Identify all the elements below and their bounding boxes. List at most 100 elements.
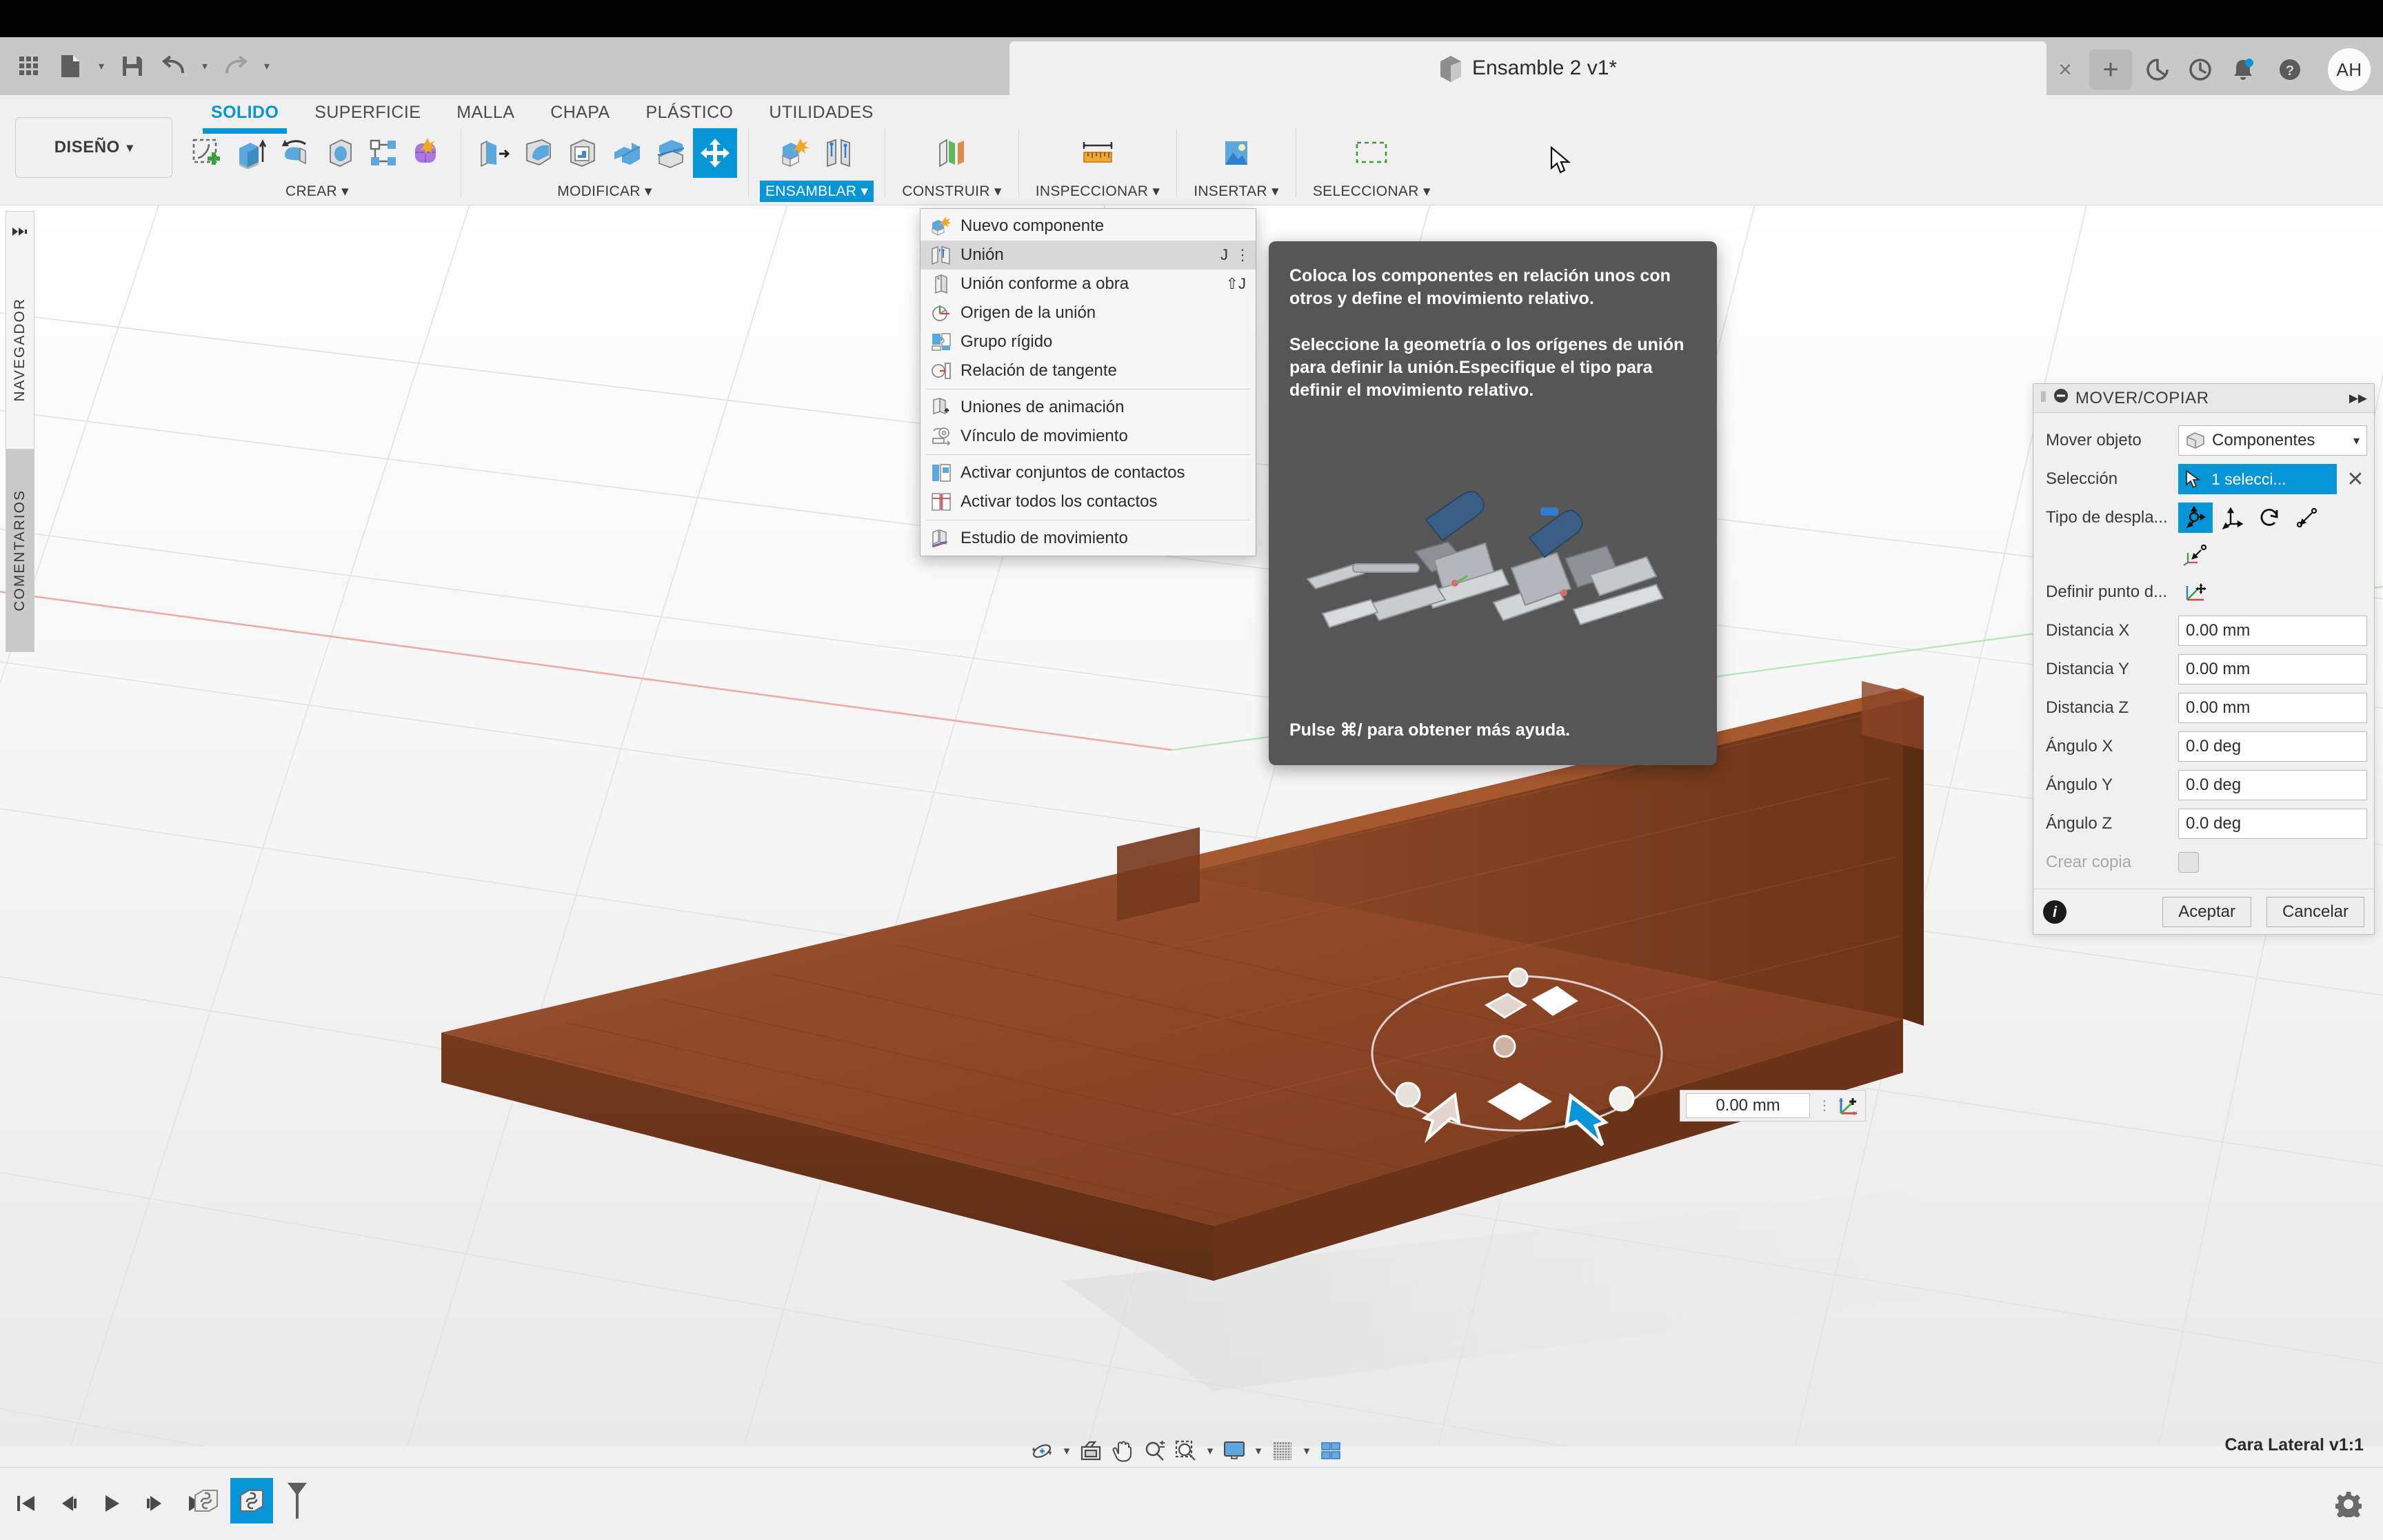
tab-chapa[interactable]: CHAPA: [532, 95, 627, 130]
group-inspeccionar-label[interactable]: INSPECCIONAR ▾: [1030, 181, 1165, 202]
assemble-dropdown-menu[interactable]: Nuevo componente Unión J ⋮ Unión conform…: [920, 208, 1256, 556]
group-crear-label[interactable]: CREAR ▾: [280, 181, 354, 202]
display-settings-caret-icon[interactable]: ▾: [1251, 1436, 1266, 1466]
help-icon[interactable]: ?: [2270, 50, 2310, 90]
combine-icon[interactable]: [605, 128, 649, 178]
pattern-icon[interactable]: [361, 128, 405, 178]
revolve-icon[interactable]: [273, 128, 317, 178]
point-to-point-icon[interactable]: [2290, 503, 2324, 533]
joint-icon[interactable]: [817, 128, 861, 178]
group-insertar-label[interactable]: INSERTAR ▾: [1188, 181, 1285, 202]
cancelar-button[interactable]: Cancelar: [2266, 896, 2364, 927]
zoom-window-icon[interactable]: [1171, 1436, 1201, 1466]
step-back-icon[interactable]: [52, 1483, 86, 1523]
grid-snaps-caret-icon[interactable]: ▾: [1299, 1436, 1314, 1466]
group-construir-label[interactable]: CONSTRUIR ▾: [896, 181, 1007, 202]
menu-item-origen-de-la-union[interactable]: Origen de la unión: [921, 298, 1256, 327]
menu-item-estudio-de-movimiento[interactable]: Estudio de movimiento: [921, 524, 1256, 553]
dimension-overflow-icon[interactable]: ⋮: [1816, 1099, 1833, 1113]
tab-solido[interactable]: SOLIDO: [193, 95, 296, 134]
zoom-icon[interactable]: [1139, 1436, 1169, 1466]
orbit-icon[interactable]: [1027, 1436, 1058, 1466]
timeline-feature-joint[interactable]: [185, 1478, 228, 1523]
menu-item-activar-todos-los-contactos[interactable]: Activar todos los contactos: [921, 487, 1256, 516]
angulo-x-input[interactable]: 0.0 deg: [2178, 731, 2367, 762]
aceptar-button[interactable]: Aceptar: [2162, 896, 2251, 927]
rotate-icon[interactable]: [2253, 503, 2287, 533]
distancia-y-input[interactable]: 0.00 mm: [2178, 654, 2367, 685]
notifications-icon[interactable]: [2223, 50, 2263, 90]
set-pivot-point-icon[interactable]: [2178, 577, 2213, 607]
user-avatar[interactable]: AH: [2328, 48, 2371, 91]
shell-icon[interactable]: [561, 128, 605, 178]
menu-item-activar-conjuntos-de-contactos[interactable]: Activar conjuntos de contactos: [921, 458, 1256, 487]
new-tab-button[interactable]: +: [2089, 50, 2132, 90]
undo-icon[interactable]: [154, 46, 193, 86]
redo-icon[interactable]: [217, 46, 255, 86]
info-icon[interactable]: i: [2043, 900, 2067, 924]
set-pivot-icon[interactable]: [1833, 1094, 1865, 1117]
document-tab[interactable]: Ensamble 2 v1*: [1009, 41, 2047, 95]
go-to-start-icon[interactable]: [10, 1483, 43, 1523]
panel-expand-icon[interactable]: ▶▶: [2349, 392, 2367, 405]
group-seleccionar-label[interactable]: SELECCIONAR ▾: [1307, 181, 1436, 202]
look-at-icon[interactable]: [1076, 1436, 1106, 1466]
play-icon[interactable]: [95, 1483, 128, 1523]
dimension-value[interactable]: 0.00 mm: [1686, 1093, 1810, 1118]
group-modificar-label[interactable]: MODIFICAR ▾: [552, 181, 658, 202]
menu-item-union-conforme-a-obra[interactable]: Unión conforme a obra ⇧J: [921, 270, 1256, 298]
tab-superficie[interactable]: SUPERFICIE: [296, 95, 439, 130]
close-tab-icon[interactable]: ×: [2049, 54, 2081, 85]
timeline-marker-handle[interactable]: [276, 1478, 319, 1523]
group-ensamblar-label[interactable]: ENSAMBLAR ▾: [760, 181, 874, 202]
tab-plastico[interactable]: PLÁSTICO: [628, 95, 752, 130]
timeline-feature-joint-current[interactable]: [230, 1478, 273, 1523]
gear-icon[interactable]: [2332, 1488, 2365, 1521]
split-body-icon[interactable]: [649, 128, 693, 178]
measure-icon[interactable]: [1076, 128, 1120, 178]
viewports-icon[interactable]: [1316, 1436, 1346, 1466]
app-grid-icon[interactable]: [10, 46, 48, 86]
point-to-position-icon[interactable]: [2178, 540, 2213, 570]
menu-item-relacion-de-tangente[interactable]: Relación de tangente: [921, 356, 1256, 385]
dock-expand-icon[interactable]: [6, 211, 34, 251]
crear-copia-checkbox[interactable]: [2178, 852, 2199, 873]
mover-objeto-dropdown[interactable]: Componentes ▾: [2178, 425, 2367, 456]
sidebar-item-navegador[interactable]: NAVEGADOR: [6, 251, 34, 449]
construction-plane-icon[interactable]: [929, 128, 974, 178]
grid-snaps-icon[interactable]: [1267, 1436, 1298, 1466]
tab-utilidades[interactable]: UTILIDADES: [751, 95, 891, 130]
distancia-x-input[interactable]: 0.00 mm: [2178, 616, 2367, 646]
clear-selection-icon[interactable]: ✕: [2344, 467, 2367, 492]
angulo-y-input[interactable]: 0.0 deg: [2178, 770, 2367, 800]
minus-circle-icon[interactable]: [2053, 388, 2069, 408]
angulo-z-input[interactable]: 0.0 deg: [2178, 809, 2367, 839]
job-status-icon[interactable]: [2180, 50, 2220, 90]
menu-item-vinculo-de-movimiento[interactable]: Vínculo de movimiento: [921, 422, 1256, 451]
select-icon[interactable]: [1349, 128, 1394, 178]
press-pull-icon[interactable]: [472, 128, 516, 178]
sweep-icon[interactable]: [317, 128, 361, 178]
display-settings-icon[interactable]: [1219, 1436, 1249, 1466]
redo-caret-icon[interactable]: ▾: [258, 46, 276, 86]
free-move-icon[interactable]: [2178, 503, 2213, 533]
pan-icon[interactable]: [1107, 1436, 1138, 1466]
new-file-icon[interactable]: [51, 46, 90, 86]
new-component-icon[interactable]: [773, 128, 817, 178]
drag-handle-icon[interactable]: ⦀: [2040, 390, 2047, 406]
undo-caret-icon[interactable]: ▾: [196, 46, 214, 86]
sidebar-item-comentarios[interactable]: COMENTARIOS: [6, 449, 34, 652]
create-form-icon[interactable]: [405, 128, 450, 178]
menu-item-uniones-de-animacion[interactable]: Uniones de animación: [921, 393, 1256, 422]
step-forward-icon[interactable]: [138, 1483, 171, 1523]
canvas-dimension-input[interactable]: 0.00 mm ⋮: [1680, 1090, 1866, 1122]
zoom-window-caret-icon[interactable]: ▾: [1203, 1436, 1218, 1466]
translate-axis-icon[interactable]: [2215, 503, 2250, 533]
tab-malla[interactable]: MALLA: [439, 95, 532, 130]
distancia-z-input[interactable]: 0.00 mm: [2178, 693, 2367, 723]
fillet-icon[interactable]: [516, 128, 561, 178]
workspace-selector[interactable]: DISEÑO ▾: [15, 117, 172, 178]
menu-item-union[interactable]: Unión J ⋮: [921, 241, 1256, 270]
panel-title-bar[interactable]: ⦀ MOVER/COPIAR ▶▶: [2033, 384, 2374, 413]
menu-item-grupo-rigido[interactable]: Grupo rígido: [921, 327, 1256, 356]
